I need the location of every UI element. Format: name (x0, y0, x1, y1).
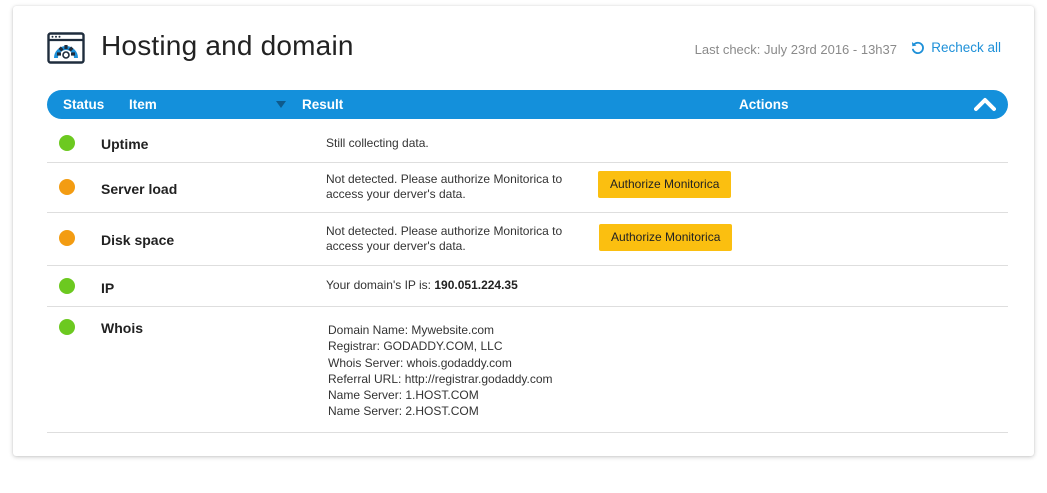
whois-line: Referral URL: http://registrar.godaddy.c… (328, 371, 553, 386)
status-dot-ok (59, 135, 75, 151)
item-label: Disk space (101, 232, 175, 248)
whois-line: Registrar: GODADDY.COM, LLC (328, 339, 503, 354)
table-header: Status Item Result Actions (47, 90, 1008, 119)
status-dot-warning (59, 179, 75, 195)
recheck-all-label: Recheck all (931, 40, 1001, 55)
item-label: Uptime (101, 136, 149, 152)
table-row: Disk space Not detected. Please authoriz… (47, 213, 1008, 266)
result-text: Still collecting data. (326, 136, 429, 150)
card-header: Hosting and domain Last check: July 23rd… (13, 6, 1034, 90)
whois-line: Whois Server: whois.godaddy.com (328, 355, 512, 370)
hosting-domain-card: Hosting and domain Last check: July 23rd… (13, 6, 1034, 456)
whois-line: Domain Name: Mywebsite.com (328, 323, 495, 337)
status-dot-ok (59, 319, 75, 335)
whois-line: Name Server: 1.HOST.COM (328, 388, 479, 403)
table-row: Uptime Still collecting data. (47, 119, 1008, 163)
result-text: Not detected. Please authorize Monitoric… (326, 172, 563, 201)
item-label: IP (101, 280, 115, 296)
settings-window-icon (47, 32, 85, 64)
table-row: Server load Not detected. Please authori… (47, 163, 1008, 213)
whois-details: Domain Name: Mywebsite.com Registrar: GO… (328, 322, 553, 420)
caret-down-icon[interactable] (276, 101, 286, 109)
chevron-up-icon[interactable] (974, 95, 996, 113)
authorize-monitorica-button[interactable]: Authorize Monitorica (598, 171, 732, 198)
result-text: Your domain's IP is: 190.051.224.35 (326, 278, 646, 293)
ip-result-prefix: Your domain's IP is: (326, 278, 435, 292)
status-dot-ok (59, 278, 75, 294)
column-item[interactable]: Item (129, 97, 157, 112)
refresh-icon (912, 41, 925, 54)
item-label: Server load (101, 181, 178, 197)
column-actions: Actions (739, 97, 789, 112)
last-check-timestamp: Last check: July 23rd 2016 - 13h37 (694, 42, 897, 57)
column-status: Status (63, 97, 105, 112)
recheck-all-button[interactable]: Recheck all (911, 40, 1001, 55)
page-title: Hosting and domain (101, 30, 354, 61)
column-result: Result (302, 97, 344, 112)
authorize-monitorica-button[interactable]: Authorize Monitorica (599, 224, 733, 251)
item-label: Whois (101, 320, 143, 336)
status-dot-warning (59, 230, 75, 246)
ip-address-value: 190.051.224.35 (434, 278, 518, 292)
result-text: Not detected. Please authorize Monitoric… (326, 224, 563, 253)
table-row: IP Your domain's IP is: 190.051.224.35 (47, 266, 1008, 307)
whois-line: Name Server: 2.HOST.COM (328, 404, 479, 419)
table-row: Whois Domain Name: Mywebsite.com Registr… (47, 307, 1008, 433)
